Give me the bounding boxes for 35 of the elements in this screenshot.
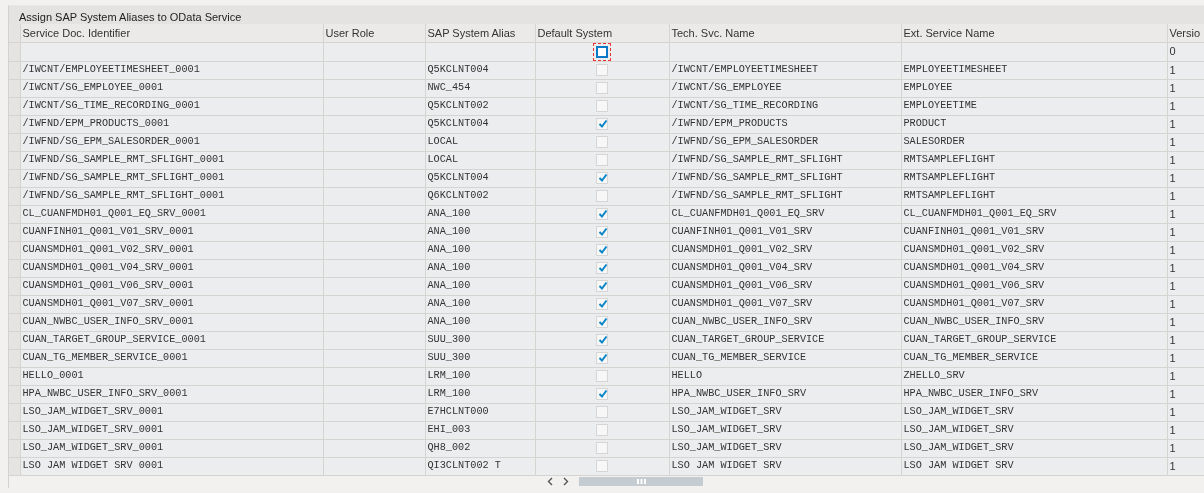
row-selector[interactable] (9, 457, 20, 475)
row-selector[interactable] (9, 42, 20, 61)
column-header[interactable]: SAP System Alias (425, 24, 535, 42)
row-selector[interactable] (9, 439, 20, 457)
scroll-left-icon[interactable] (547, 477, 553, 486)
column-header[interactable]: Ext. Service Name (901, 24, 1167, 42)
column-header[interactable]: Tech. Svc. Name (669, 24, 901, 42)
row-selector[interactable] (9, 223, 20, 241)
column-header[interactable]: Versio (1167, 24, 1204, 42)
row-selector[interactable] (9, 331, 20, 349)
row-selector[interactable] (9, 367, 20, 385)
row-selector[interactable] (9, 187, 20, 205)
row-selector[interactable] (9, 277, 20, 295)
row-selector[interactable] (9, 79, 20, 97)
row-selector[interactable] (9, 151, 20, 169)
scrollbar-thumb[interactable] (579, 477, 703, 486)
row-selector[interactable] (9, 133, 20, 151)
row-selector[interactable] (9, 385, 20, 403)
row-selector[interactable] (9, 295, 20, 313)
row-selector[interactable] (9, 313, 20, 331)
row-selector[interactable] (9, 61, 20, 79)
column-header[interactable]: User Role (323, 24, 425, 42)
panel-title: Assign SAP System Aliases to OData Service (9, 5, 1204, 24)
row-selector[interactable] (9, 349, 20, 367)
row-selector[interactable] (9, 259, 20, 277)
column-header[interactable]: Default System (535, 24, 669, 42)
row-selector[interactable] (9, 169, 20, 187)
row-selector[interactable] (9, 421, 20, 439)
row-selector[interactable] (9, 97, 20, 115)
row-selector[interactable] (9, 241, 20, 259)
row-selector[interactable] (9, 115, 20, 133)
row-selector[interactable] (9, 403, 20, 421)
scroll-right-icon[interactable] (563, 477, 569, 486)
row-selector[interactable] (9, 205, 20, 223)
column-header[interactable]: Service Doc. Identifier (20, 24, 323, 42)
